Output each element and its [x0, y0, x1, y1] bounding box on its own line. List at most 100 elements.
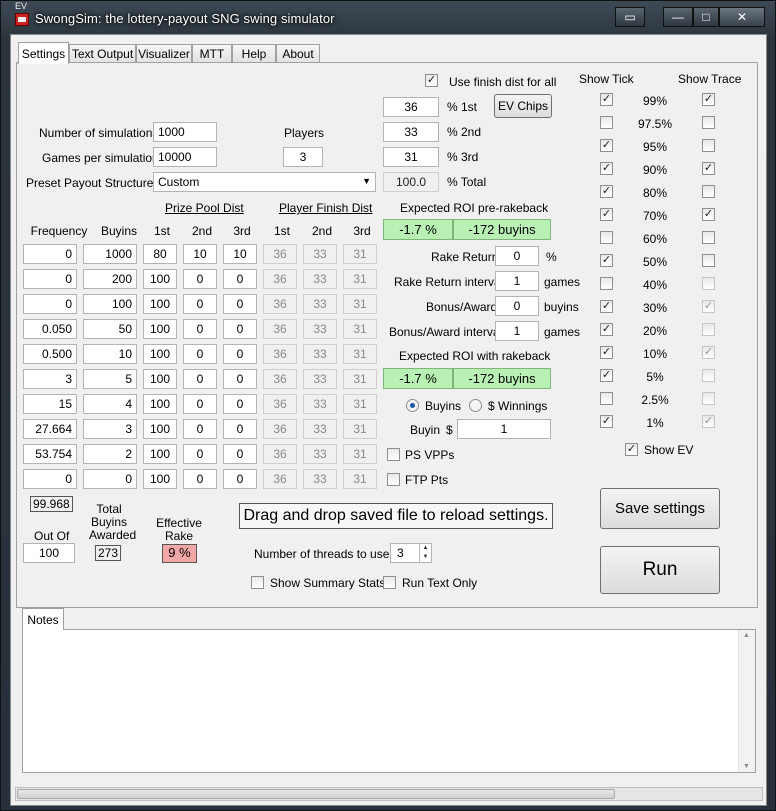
ftp-pts-checkbox[interactable]: [387, 473, 400, 486]
finish-2nd-input[interactable]: 33: [383, 122, 439, 142]
show-tick-checkbox[interactable]: ✓: [600, 139, 613, 152]
summary-stats-checkbox[interactable]: [251, 576, 264, 589]
table-cell[interactable]: 0: [183, 394, 217, 414]
show-trace-checkbox[interactable]: [702, 277, 715, 290]
save-settings-button[interactable]: Save settings: [600, 488, 720, 529]
scroll-up-icon[interactable]: ▲: [743, 632, 750, 639]
table-cell[interactable]: 0: [223, 369, 257, 389]
show-trace-checkbox[interactable]: [702, 323, 715, 336]
show-trace-checkbox[interactable]: ✓: [702, 93, 715, 106]
show-tick-checkbox[interactable]: [600, 277, 613, 290]
show-trace-checkbox[interactable]: [702, 139, 715, 152]
table-cell[interactable]: 0: [183, 319, 217, 339]
table-cell[interactable]: 0: [223, 444, 257, 464]
table-cell[interactable]: 0: [223, 319, 257, 339]
players-input[interactable]: 3: [283, 147, 323, 167]
table-cell[interactable]: 15: [23, 394, 77, 414]
rake-return-input[interactable]: 0: [495, 246, 539, 266]
show-trace-checkbox[interactable]: [702, 254, 715, 267]
show-trace-checkbox[interactable]: ✓: [702, 346, 715, 359]
run-button[interactable]: Run: [600, 546, 720, 594]
show-trace-checkbox[interactable]: [702, 369, 715, 382]
table-cell[interactable]: 100: [143, 294, 177, 314]
table-cell[interactable]: 27.664: [23, 419, 77, 439]
table-cell[interactable]: 100: [143, 369, 177, 389]
scroll-down-icon[interactable]: ▼: [743, 763, 750, 770]
minimize-button[interactable]: —: [663, 7, 693, 27]
show-trace-checkbox[interactable]: [702, 185, 715, 198]
show-tick-checkbox[interactable]: ✓: [600, 93, 613, 106]
show-trace-checkbox[interactable]: ✓: [702, 208, 715, 221]
close-button[interactable]: ✕: [719, 7, 765, 27]
table-cell[interactable]: 100: [143, 469, 177, 489]
tab-help[interactable]: Help: [232, 44, 276, 63]
table-cell[interactable]: 4: [83, 394, 137, 414]
table-cell[interactable]: 100: [143, 319, 177, 339]
table-cell[interactable]: 100: [143, 394, 177, 414]
ps-vpps-checkbox[interactable]: [387, 448, 400, 461]
table-cell[interactable]: 0: [223, 419, 257, 439]
show-trace-checkbox[interactable]: ✓: [702, 162, 715, 175]
table-cell[interactable]: 0: [223, 344, 257, 364]
show-trace-checkbox[interactable]: [702, 392, 715, 405]
num-sims-input[interactable]: 1000: [153, 122, 217, 142]
tab-about[interactable]: About: [276, 44, 320, 63]
show-tick-checkbox[interactable]: ✓: [600, 323, 613, 336]
maximize-button[interactable]: □: [693, 7, 719, 27]
tab-mtt[interactable]: MTT: [192, 44, 232, 63]
table-cell[interactable]: 100: [143, 344, 177, 364]
table-cell[interactable]: 0: [183, 269, 217, 289]
buyin-input[interactable]: 1: [457, 419, 551, 439]
show-trace-checkbox[interactable]: [702, 116, 715, 129]
table-cell[interactable]: 0: [183, 444, 217, 464]
show-tick-checkbox[interactable]: [600, 231, 613, 244]
out-of-input[interactable]: 100: [23, 543, 75, 563]
show-tick-checkbox[interactable]: ✓: [600, 300, 613, 313]
spinner-arrows-icon[interactable]: ▲ ▼: [419, 544, 431, 562]
show-trace-checkbox[interactable]: ✓: [702, 415, 715, 428]
tab-text-output[interactable]: Text Output: [69, 44, 136, 63]
show-tick-checkbox[interactable]: ✓: [600, 185, 613, 198]
table-cell[interactable]: 5: [83, 369, 137, 389]
table-cell[interactable]: 2: [83, 444, 137, 464]
title-bar[interactable]: EV SwongSim: the lottery-payout SNG swin…: [1, 1, 776, 35]
bonus-interval-input[interactable]: 1: [495, 321, 539, 341]
horizontal-scrollbar[interactable]: [15, 787, 763, 801]
preset-select[interactable]: Custom ▼: [153, 172, 376, 192]
notes-scrollbar[interactable]: ▲ ▼: [738, 630, 755, 772]
table-cell[interactable]: 1000: [83, 244, 137, 264]
show-tick-checkbox[interactable]: ✓: [600, 254, 613, 267]
table-cell[interactable]: 0: [183, 469, 217, 489]
show-tick-checkbox[interactable]: ✓: [600, 162, 613, 175]
tab-settings[interactable]: Settings: [18, 42, 69, 64]
table-cell[interactable]: 0: [223, 394, 257, 414]
table-cell[interactable]: 10: [223, 244, 257, 264]
bonus-input[interactable]: 0: [495, 296, 539, 316]
table-cell[interactable]: 0: [183, 344, 217, 364]
ev-chips-button[interactable]: EV Chips: [494, 94, 552, 118]
show-tick-checkbox[interactable]: [600, 392, 613, 405]
table-cell[interactable]: 100: [83, 294, 137, 314]
show-tick-checkbox[interactable]: ✓: [600, 346, 613, 359]
table-cell[interactable]: 3: [83, 419, 137, 439]
show-tick-checkbox[interactable]: ✓: [600, 369, 613, 382]
table-cell[interactable]: 100: [143, 444, 177, 464]
table-cell[interactable]: 0: [223, 269, 257, 289]
table-cell[interactable]: 0: [183, 294, 217, 314]
tab-visualizer[interactable]: Visualizer: [136, 44, 192, 63]
table-cell[interactable]: 80: [143, 244, 177, 264]
drag-drop-hint[interactable]: Drag and drop saved file to reload setti…: [239, 503, 553, 529]
show-tick-checkbox[interactable]: ✓: [600, 415, 613, 428]
text-only-checkbox[interactable]: [383, 576, 396, 589]
show-tick-checkbox[interactable]: ✓: [600, 208, 613, 221]
show-trace-checkbox[interactable]: ✓: [702, 300, 715, 313]
rake-interval-input[interactable]: 1: [495, 271, 539, 291]
notes-textarea[interactable]: ▲ ▼: [22, 629, 756, 773]
winnings-radio[interactable]: [469, 399, 482, 412]
buyins-radio[interactable]: [406, 399, 419, 412]
scrollbar-thumb[interactable]: [17, 789, 615, 799]
show-ev-checkbox[interactable]: ✓: [625, 443, 638, 456]
table-cell[interactable]: 10: [83, 344, 137, 364]
table-cell[interactable]: 0: [23, 294, 77, 314]
table-cell[interactable]: 0.050: [23, 319, 77, 339]
